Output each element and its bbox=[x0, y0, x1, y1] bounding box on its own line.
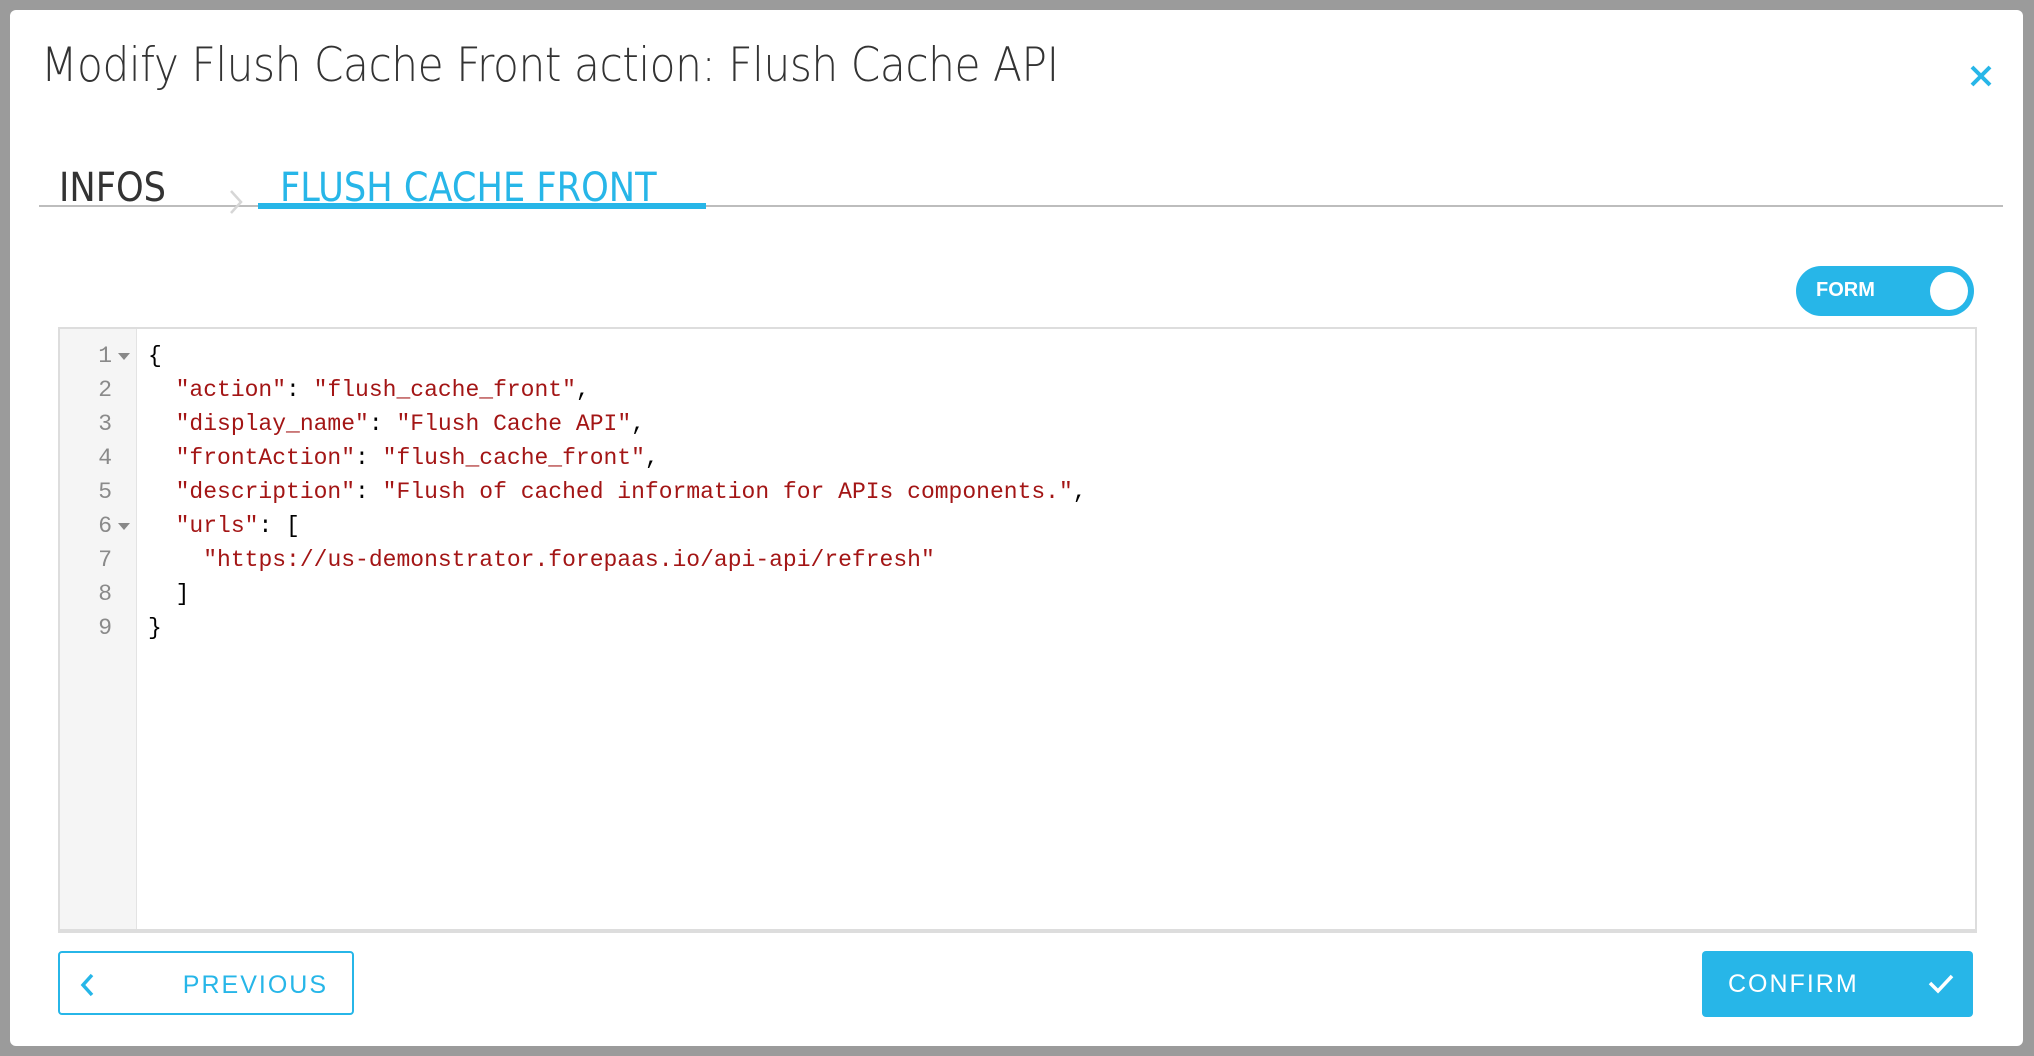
check-icon bbox=[1928, 974, 1954, 994]
json-value: Flush Cache API bbox=[410, 411, 618, 437]
close-icon[interactable] bbox=[1965, 60, 1997, 92]
confirm-label: CONFIRM bbox=[1728, 970, 1859, 998]
toggle-label: FORM bbox=[1816, 279, 1875, 301]
previous-button[interactable]: PREVIOUS bbox=[58, 951, 354, 1015]
line-number: 8 bbox=[98, 581, 112, 607]
code-line: 9} bbox=[60, 611, 1975, 645]
line-number: 6 bbox=[98, 513, 112, 539]
line-number: 5 bbox=[98, 479, 112, 505]
line-number: 4 bbox=[98, 445, 112, 471]
tab-infos[interactable]: INFOS bbox=[59, 165, 166, 211]
line-number: 2 bbox=[98, 377, 112, 403]
json-value: flush_cache_front bbox=[396, 445, 632, 471]
previous-label: PREVIOUS bbox=[182, 971, 328, 999]
code-line: 8 ] bbox=[60, 577, 1975, 611]
toggle-knob[interactable] bbox=[1930, 272, 1968, 310]
code-line: 3 "display_name": "Flush Cache API", bbox=[60, 407, 1975, 441]
json-value: Flush of cached information for APIs com… bbox=[396, 479, 1059, 505]
chevron-left-icon bbox=[80, 973, 94, 997]
json-key: "frontAction" bbox=[175, 445, 356, 471]
code-line: 5 "description": "Flush of cached inform… bbox=[60, 475, 1975, 509]
json-key: "urls" bbox=[175, 513, 259, 539]
line-number: 1 bbox=[98, 343, 112, 369]
modify-action-modal: Modify Flush Cache Front action: Flush C… bbox=[10, 10, 2023, 1046]
form-toggle[interactable]: FORM bbox=[1796, 266, 1974, 316]
code-line: 4 "frontAction": "flush_cache_front", bbox=[60, 441, 1975, 475]
json-key: "display_name" bbox=[175, 411, 369, 437]
line-number: 9 bbox=[98, 615, 112, 641]
active-tab-indicator bbox=[258, 203, 706, 209]
json-key: "action" bbox=[175, 377, 287, 403]
line-number: 3 bbox=[98, 411, 112, 437]
fold-arrow-icon[interactable] bbox=[118, 353, 130, 360]
code-line: 7 "https://us-demonstrator.forepaas.io/a… bbox=[60, 543, 1975, 577]
chevron-right-icon bbox=[230, 190, 243, 214]
fold-arrow-icon[interactable] bbox=[118, 523, 130, 530]
confirm-button[interactable]: CONFIRM bbox=[1702, 951, 1973, 1017]
json-editor[interactable]: 1{ 2 "action": "flush_cache_front", 3 "d… bbox=[58, 327, 1977, 933]
json-value: https://us-demonstrator.forepaas.io/api-… bbox=[217, 547, 921, 573]
json-key: "description" bbox=[175, 479, 356, 505]
code-line: 2 "action": "flush_cache_front", bbox=[60, 373, 1975, 407]
line-number: 7 bbox=[98, 547, 112, 573]
code-line: 6 "urls": [ bbox=[60, 509, 1975, 543]
code-line: 1{ bbox=[60, 339, 1975, 373]
json-value: flush_cache_front bbox=[327, 377, 563, 403]
modal-title: Modify Flush Cache Front action: Flush C… bbox=[41, 38, 1059, 93]
